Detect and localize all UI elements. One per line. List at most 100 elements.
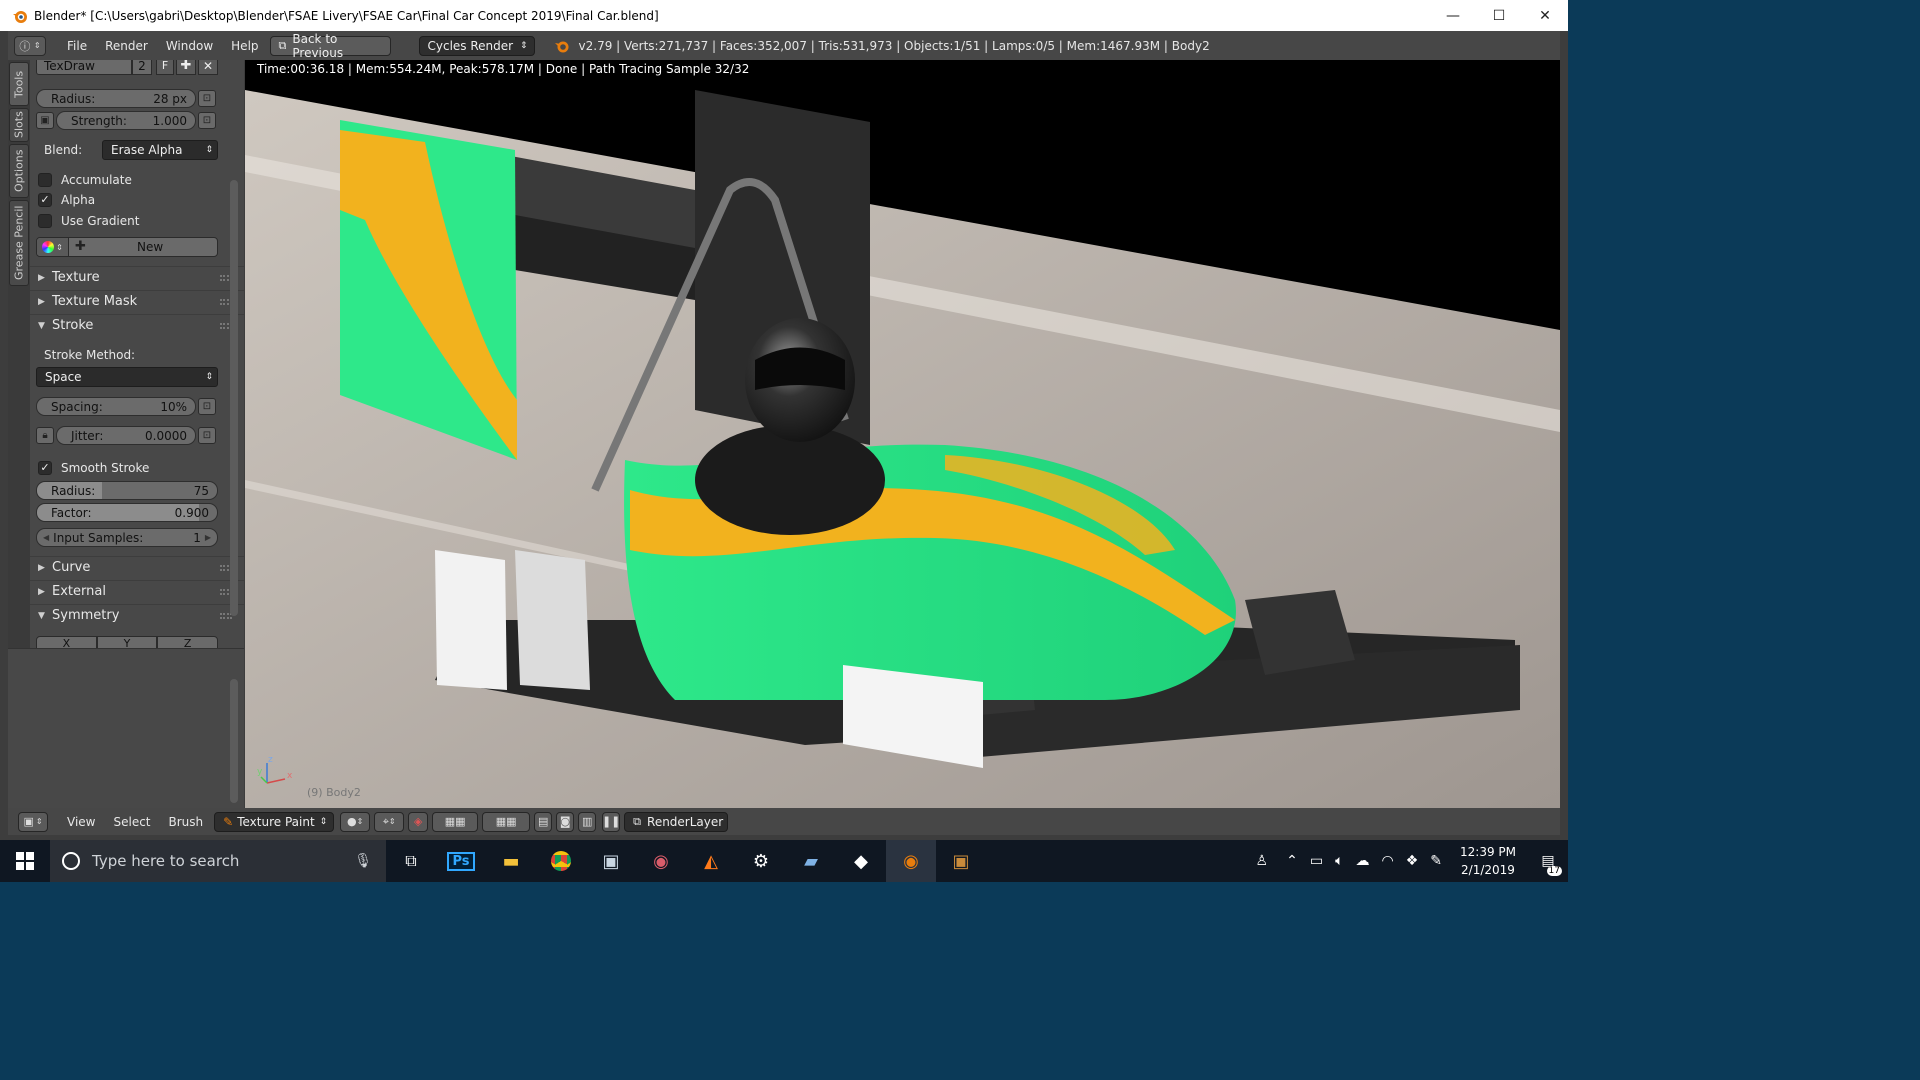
taskbar-photoshop[interactable]: Ps bbox=[436, 840, 486, 882]
battery-icon[interactable]: ▭ bbox=[1310, 853, 1323, 869]
menu-help[interactable]: Help bbox=[222, 39, 267, 53]
pressure-jitter-icon[interactable]: ⊡ bbox=[198, 427, 216, 444]
taskbar-app-6[interactable]: ◭ bbox=[686, 840, 736, 882]
start-button[interactable] bbox=[0, 840, 50, 882]
taskbar-app-9[interactable]: ◆ bbox=[836, 840, 886, 882]
tab-slots[interactable]: Slots bbox=[9, 108, 29, 142]
remove-brush-icon[interactable]: ✕ bbox=[198, 60, 218, 75]
panel-texture[interactable]: ▶ Texture bbox=[30, 266, 244, 288]
panel-external[interactable]: ▶ External bbox=[30, 580, 244, 602]
mode-dropdown[interactable]: ✎ Texture Paint ⇕ bbox=[214, 811, 335, 832]
smooth-radius-field[interactable]: Radius: 75 bbox=[36, 481, 218, 500]
volume-icon[interactable]: 🔈︎ bbox=[1335, 853, 1343, 869]
texture-mask-toggle[interactable]: ◈ bbox=[408, 811, 429, 832]
use-gradient-checkbox[interactable] bbox=[38, 214, 52, 228]
increment-arrow-icon[interactable]: ▶ bbox=[205, 533, 211, 542]
render-engine-dropdown[interactable]: Cycles Render ⇕ bbox=[418, 35, 535, 56]
taskbar-file-explorer[interactable]: ▬ bbox=[486, 840, 536, 882]
pressure-radius-icon[interactable]: ⊡ bbox=[198, 90, 216, 107]
menu-view[interactable]: View bbox=[58, 815, 104, 829]
people-icon[interactable]: ♙ bbox=[1256, 853, 1269, 869]
taskbar-search-box[interactable]: Type here to search 🎙︎ bbox=[50, 840, 386, 882]
viewport-editor-type[interactable]: ▣ ⇕ bbox=[18, 811, 48, 832]
jitter-field[interactable]: Jitter: 0.0000 bbox=[56, 426, 196, 445]
panel-stroke[interactable]: ▼ Stroke bbox=[30, 314, 244, 336]
lower-scrollbar[interactable] bbox=[230, 679, 238, 803]
tab-tools[interactable]: Tools bbox=[9, 62, 29, 106]
brush-strength-field[interactable]: Strength: 1.000 bbox=[56, 111, 196, 130]
panel-texture-mask[interactable]: ▶ Texture Mask bbox=[30, 290, 244, 312]
smooth-stroke-checkbox[interactable]: ✓ bbox=[38, 461, 52, 475]
menu-brush[interactable]: Brush bbox=[160, 815, 213, 829]
menu-file[interactable]: File bbox=[58, 39, 96, 53]
input-samples-field[interactable]: ◀ Input Samples: 1 ▶ bbox=[36, 528, 218, 547]
chevron-up-icon[interactable]: ⌃ bbox=[1286, 853, 1298, 869]
microphone-icon[interactable]: 🎙︎ bbox=[354, 853, 372, 869]
close-button[interactable]: ✕ bbox=[1522, 0, 1568, 31]
blend-mode-dropdown[interactable]: Erase Alpha ⇕ bbox=[102, 140, 218, 160]
add-brush-icon[interactable]: ✚ bbox=[176, 60, 196, 75]
layers-row-1[interactable]: ▦▦ bbox=[432, 811, 479, 832]
taskbar-app-11[interactable]: ▣ bbox=[936, 840, 986, 882]
shelf-scrollbar[interactable] bbox=[230, 180, 238, 616]
editor-type-selector[interactable]: ⓘ ⇕ bbox=[14, 35, 46, 56]
fake-user-button[interactable]: F bbox=[156, 60, 174, 75]
taskbar-settings[interactable]: ⚙ bbox=[736, 840, 786, 882]
pivot-point-dropdown[interactable]: ⌖ ⇕ bbox=[374, 811, 405, 832]
pen-icon[interactable]: ✎ bbox=[1430, 853, 1442, 869]
viewport-shading-dropdown[interactable]: ● ⇕ bbox=[340, 811, 371, 832]
pressure-strength-icon[interactable]: ⊡ bbox=[198, 112, 216, 129]
tab-grease-pencil[interactable]: Grease Pencil bbox=[9, 200, 29, 286]
lock-jitter-icon[interactable]: 🔒︎ bbox=[36, 427, 54, 444]
taskbar-photos[interactable]: ▰ bbox=[786, 840, 836, 882]
menu-select[interactable]: Select bbox=[104, 815, 159, 829]
menu-render[interactable]: Render bbox=[96, 39, 157, 53]
layers-grid-icon: ▦▦ bbox=[495, 815, 517, 828]
tab-options[interactable]: Options bbox=[9, 144, 29, 198]
brush-users-count: 2 bbox=[132, 60, 152, 75]
3d-viewport[interactable]: Time:00:36.18 | Mem:554.24M, Peak:578.17… bbox=[245, 60, 1560, 808]
cloud-icon[interactable]: ☁ bbox=[1355, 853, 1369, 869]
taskbar-clock[interactable]: 12:39 PM 2/1/2019 bbox=[1460, 843, 1516, 879]
wifi-icon[interactable]: ◠ bbox=[1381, 853, 1393, 869]
maximize-button[interactable]: ☐ bbox=[1476, 0, 1522, 31]
render-border-toggle[interactable]: ❚❚ bbox=[602, 811, 620, 832]
opengl-render-button[interactable]: ◙ bbox=[556, 811, 575, 832]
lock-strength-icon[interactable]: ▣ bbox=[36, 112, 54, 129]
palette-selector[interactable]: ⇕ bbox=[37, 238, 69, 256]
taskbar-app-5[interactable]: ◉ bbox=[636, 840, 686, 882]
task-view-button[interactable]: ⧉ bbox=[386, 840, 436, 882]
minimize-button[interactable]: — bbox=[1430, 0, 1476, 31]
action-center-button[interactable]: ▤ 17 bbox=[1528, 840, 1568, 882]
panel-curve[interactable]: ▶ Curve bbox=[30, 556, 244, 578]
symmetry-y-button[interactable]: Y bbox=[96, 636, 158, 648]
layers-row-2[interactable]: ▦▦ bbox=[482, 811, 531, 832]
taskbar-app-4[interactable]: ▣ bbox=[586, 840, 636, 882]
opengl-animation-button[interactable]: ▥ bbox=[578, 811, 597, 832]
brush-name-field[interactable]: TexDraw bbox=[36, 60, 132, 75]
brush-radius-field[interactable]: Radius: 28 px bbox=[36, 89, 196, 108]
dropbox-icon[interactable]: ❖ bbox=[1406, 853, 1419, 869]
stroke-method-dropdown[interactable]: Space ⇕ bbox=[36, 367, 218, 387]
back-to-previous-button[interactable]: ⧉ Back to Previous bbox=[269, 32, 391, 60]
taskbar-chrome[interactable] bbox=[536, 840, 586, 882]
symmetry-z-button[interactable]: Z bbox=[157, 636, 219, 648]
blend-label: Blend: bbox=[44, 143, 83, 157]
taskbar-blender[interactable]: ◉ bbox=[886, 840, 936, 882]
new-palette-button[interactable]: New bbox=[137, 240, 163, 254]
alpha-checkbox[interactable]: ✓ bbox=[38, 193, 52, 207]
layer-lock-toggle[interactable]: ▤ bbox=[534, 811, 553, 832]
render-engine-value: Cycles Render bbox=[427, 38, 514, 53]
pressure-spacing-icon[interactable]: ⊡ bbox=[198, 398, 216, 415]
panel-symmetry[interactable]: ▼ Symmetry bbox=[30, 604, 244, 626]
window-app-icon: ▣ bbox=[602, 850, 620, 872]
tool-shelf: TexDraw 2 F ✚ ✕ Radius: 28 px ⊡ ▣ Streng… bbox=[30, 60, 244, 648]
menu-window[interactable]: Window bbox=[157, 39, 222, 53]
cortana-circle-icon bbox=[62, 852, 80, 870]
render-layer-dropdown[interactable]: ⧉ RenderLayer bbox=[624, 811, 729, 832]
brush-strength-value: 1.000 bbox=[152, 113, 187, 128]
symmetry-x-button[interactable]: X bbox=[36, 636, 97, 648]
factor-field[interactable]: Factor: 0.900 bbox=[36, 503, 218, 522]
accumulate-checkbox[interactable] bbox=[38, 173, 52, 187]
spacing-field[interactable]: Spacing: 10% bbox=[36, 397, 196, 416]
